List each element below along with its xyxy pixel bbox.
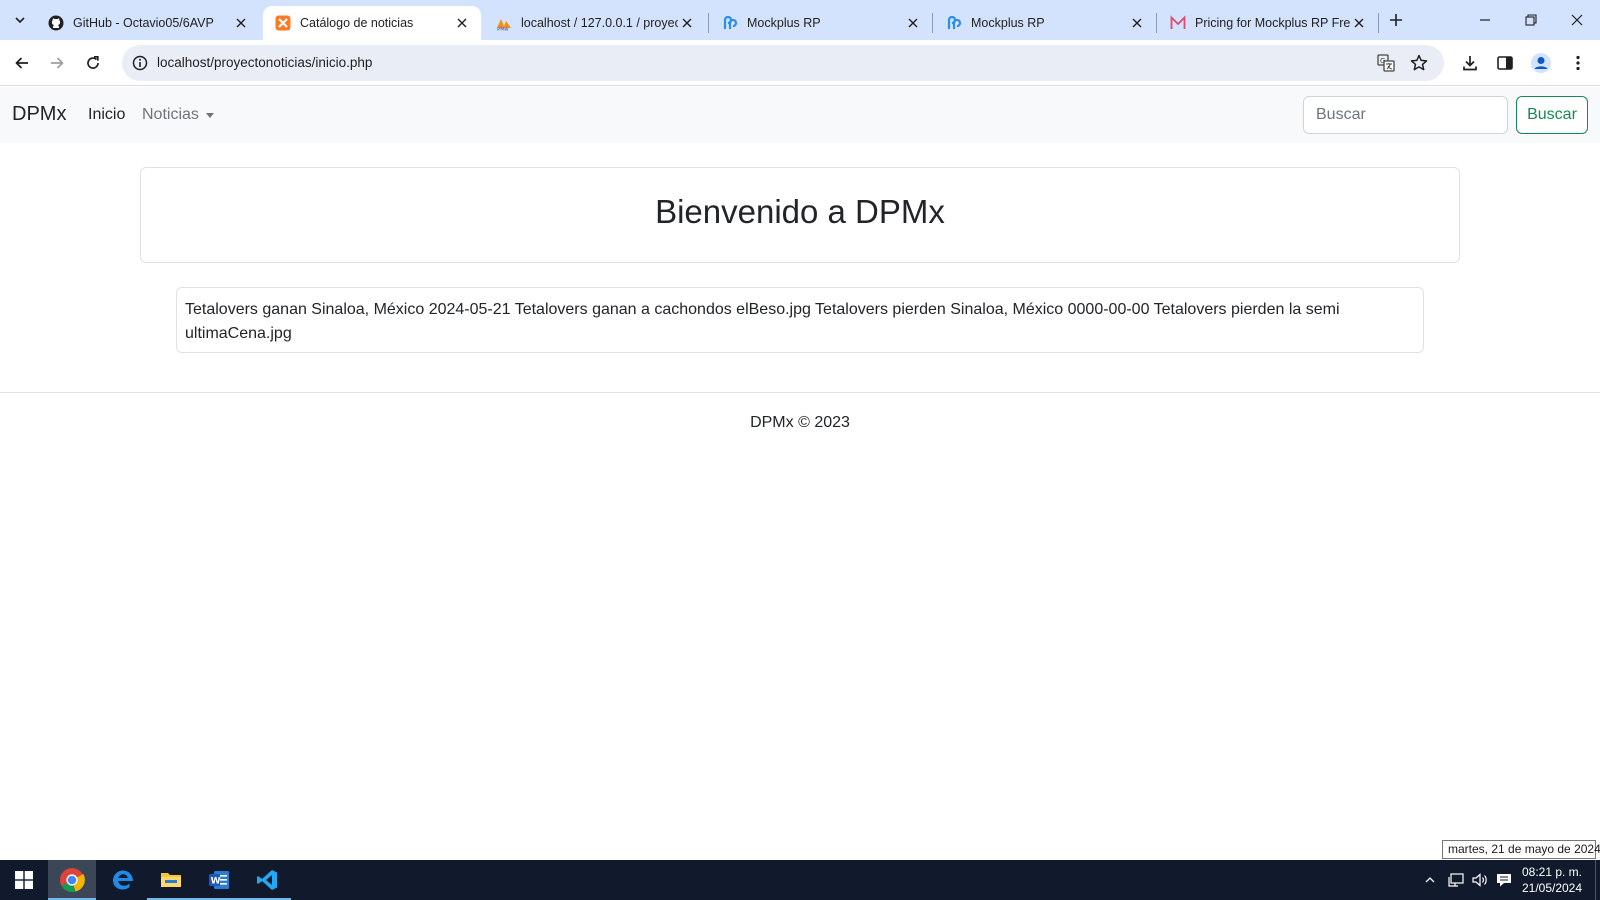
new-tab-button[interactable]: [1384, 8, 1408, 32]
search-input[interactable]: [1303, 96, 1508, 134]
menu-kebab-icon[interactable]: [1566, 51, 1590, 75]
downloads-icon[interactable]: [1458, 51, 1482, 75]
phpmyadmin-icon: PMA: [496, 15, 512, 31]
address-bar[interactable]: localhost/proyectonoticias/inicio.php G: [122, 45, 1444, 81]
nav-link-inicio[interactable]: Inicio: [88, 106, 125, 124]
show-hidden-icons-chevron-icon[interactable]: [1420, 870, 1440, 890]
close-icon[interactable]: [1128, 14, 1146, 32]
navbar-brand[interactable]: DPMx: [12, 103, 66, 126]
arrow-right-icon: [51, 57, 64, 69]
tab-title: GitHub - Octavio05/6AVP: [73, 16, 214, 30]
url-text: localhost/proyectonoticias/inicio.php: [157, 55, 373, 70]
tab-separator: [1378, 13, 1379, 33]
windows-taskbar: W 08:21 p. m. 21/05/2024: [0, 860, 1600, 900]
site-navbar: DPMx Inicio Noticias Buscar: [0, 87, 1600, 143]
translate-icon[interactable]: G: [1376, 53, 1396, 73]
svg-text:W: W: [211, 877, 221, 887]
page-title: Bienvenido a DPMx: [655, 193, 945, 230]
browser-toolbar: localhost/proyectonoticias/inicio.php G: [0, 40, 1600, 86]
reload-icon: [87, 55, 99, 69]
close-icon[interactable]: [678, 14, 696, 32]
svg-text:PMA: PMA: [497, 27, 509, 32]
chevron-down-icon: [15, 17, 25, 24]
back-button[interactable]: [8, 49, 36, 77]
windows-start-icon: [15, 871, 33, 889]
tab-mockplus-pricing[interactable]: Pricing for Mockplus RP Free: [1158, 6, 1378, 40]
mockplus-icon: [946, 15, 962, 31]
taskbar-chrome[interactable]: [48, 860, 96, 900]
tab-title: localhost / 127.0.0.1 / proyec: [521, 16, 678, 30]
word-icon: W: [209, 871, 229, 889]
clock-time: 08:21 p. m.: [1521, 865, 1583, 879]
notification-icon[interactable]: [1494, 870, 1514, 890]
tab-separator: [932, 13, 933, 33]
tab-mockplus-2[interactable]: Mockplus RP: [934, 6, 1156, 40]
tab-catalogo-noticias[interactable]: Catálogo de noticias: [263, 6, 481, 40]
tab-mockplus-1[interactable]: Mockplus RP: [710, 6, 932, 40]
start-button[interactable]: [0, 860, 48, 900]
vscode-icon: [257, 870, 277, 890]
close-window-button[interactable]: [1554, 0, 1600, 40]
volume-icon[interactable]: [1470, 870, 1490, 890]
tab-search-button[interactable]: [8, 8, 32, 32]
search-button[interactable]: Buscar: [1516, 96, 1588, 134]
close-icon[interactable]: [1350, 14, 1368, 32]
close-icon: [1571, 14, 1583, 26]
chrome-icon: [60, 868, 85, 893]
restore-button[interactable]: [1508, 0, 1554, 40]
nav-dropdown-noticias[interactable]: Noticias: [142, 106, 214, 124]
browser-tab-strip: GitHub - Octavio05/6AVP Catálogo de noti…: [0, 0, 1600, 40]
edge-icon: [113, 870, 133, 890]
mockplus-pricing-icon: [1170, 15, 1186, 31]
restore-icon: [1525, 14, 1537, 26]
site-info-icon[interactable]: [130, 53, 150, 73]
nav-dropdown-label: Noticias: [142, 106, 199, 123]
close-icon[interactable]: [904, 14, 922, 32]
footer-copyright: DPMx © 2023: [750, 414, 850, 431]
close-icon[interactable]: [232, 14, 250, 32]
forward-button[interactable]: [43, 49, 71, 77]
taskbar-clock[interactable]: 08:21 p. m. 21/05/2024: [1512, 864, 1592, 896]
date-tooltip: martes, 21 de mayo de 2024: [1442, 840, 1600, 859]
tab-separator: [708, 13, 709, 33]
footer-divider: [0, 392, 1600, 393]
tab-title: Catálogo de noticias: [300, 16, 414, 30]
welcome-card: Bienvenido a DPMx: [140, 167, 1460, 263]
tab-separator: [1156, 13, 1157, 33]
plus-icon: [1390, 14, 1402, 26]
taskbar-file-explorer[interactable]: [147, 860, 195, 900]
caret-down-icon: [205, 112, 214, 118]
file-explorer-icon: [161, 873, 181, 887]
news-list: Tetalovers ganan Sinaloa, México 2024-05…: [176, 287, 1424, 353]
network-icon[interactable]: [1446, 870, 1466, 890]
github-icon: [48, 15, 64, 31]
profile-avatar-icon[interactable]: [1529, 51, 1553, 75]
close-icon[interactable]: [453, 14, 471, 32]
clock-date: 21/05/2024: [1521, 881, 1583, 895]
xampp-icon: [275, 15, 291, 31]
taskbar-word[interactable]: W: [195, 860, 243, 900]
tab-title: Mockplus RP: [971, 16, 1045, 30]
side-panel-icon[interactable]: [1493, 51, 1517, 75]
minimize-button[interactable]: [1462, 0, 1508, 40]
news-text: Tetalovers ganan Sinaloa, México 2024-05…: [185, 301, 1340, 342]
minimize-icon: [1480, 19, 1490, 21]
taskbar-edge[interactable]: [99, 860, 147, 900]
taskbar-vscode[interactable]: [243, 860, 291, 900]
arrow-left-icon: [15, 57, 28, 69]
tab-title: Pricing for Mockplus RP Free: [1195, 16, 1350, 30]
tab-github[interactable]: GitHub - Octavio05/6AVP: [36, 6, 260, 40]
tab-phpmyadmin[interactable]: PMA localhost / 127.0.0.1 / proyec: [484, 6, 706, 40]
reload-button[interactable]: [79, 49, 107, 77]
tab-title: Mockplus RP: [747, 16, 821, 30]
mockplus-icon: [722, 15, 738, 31]
bookmark-star-icon[interactable]: [1409, 53, 1429, 73]
show-desktop-button[interactable]: [1595, 860, 1600, 900]
